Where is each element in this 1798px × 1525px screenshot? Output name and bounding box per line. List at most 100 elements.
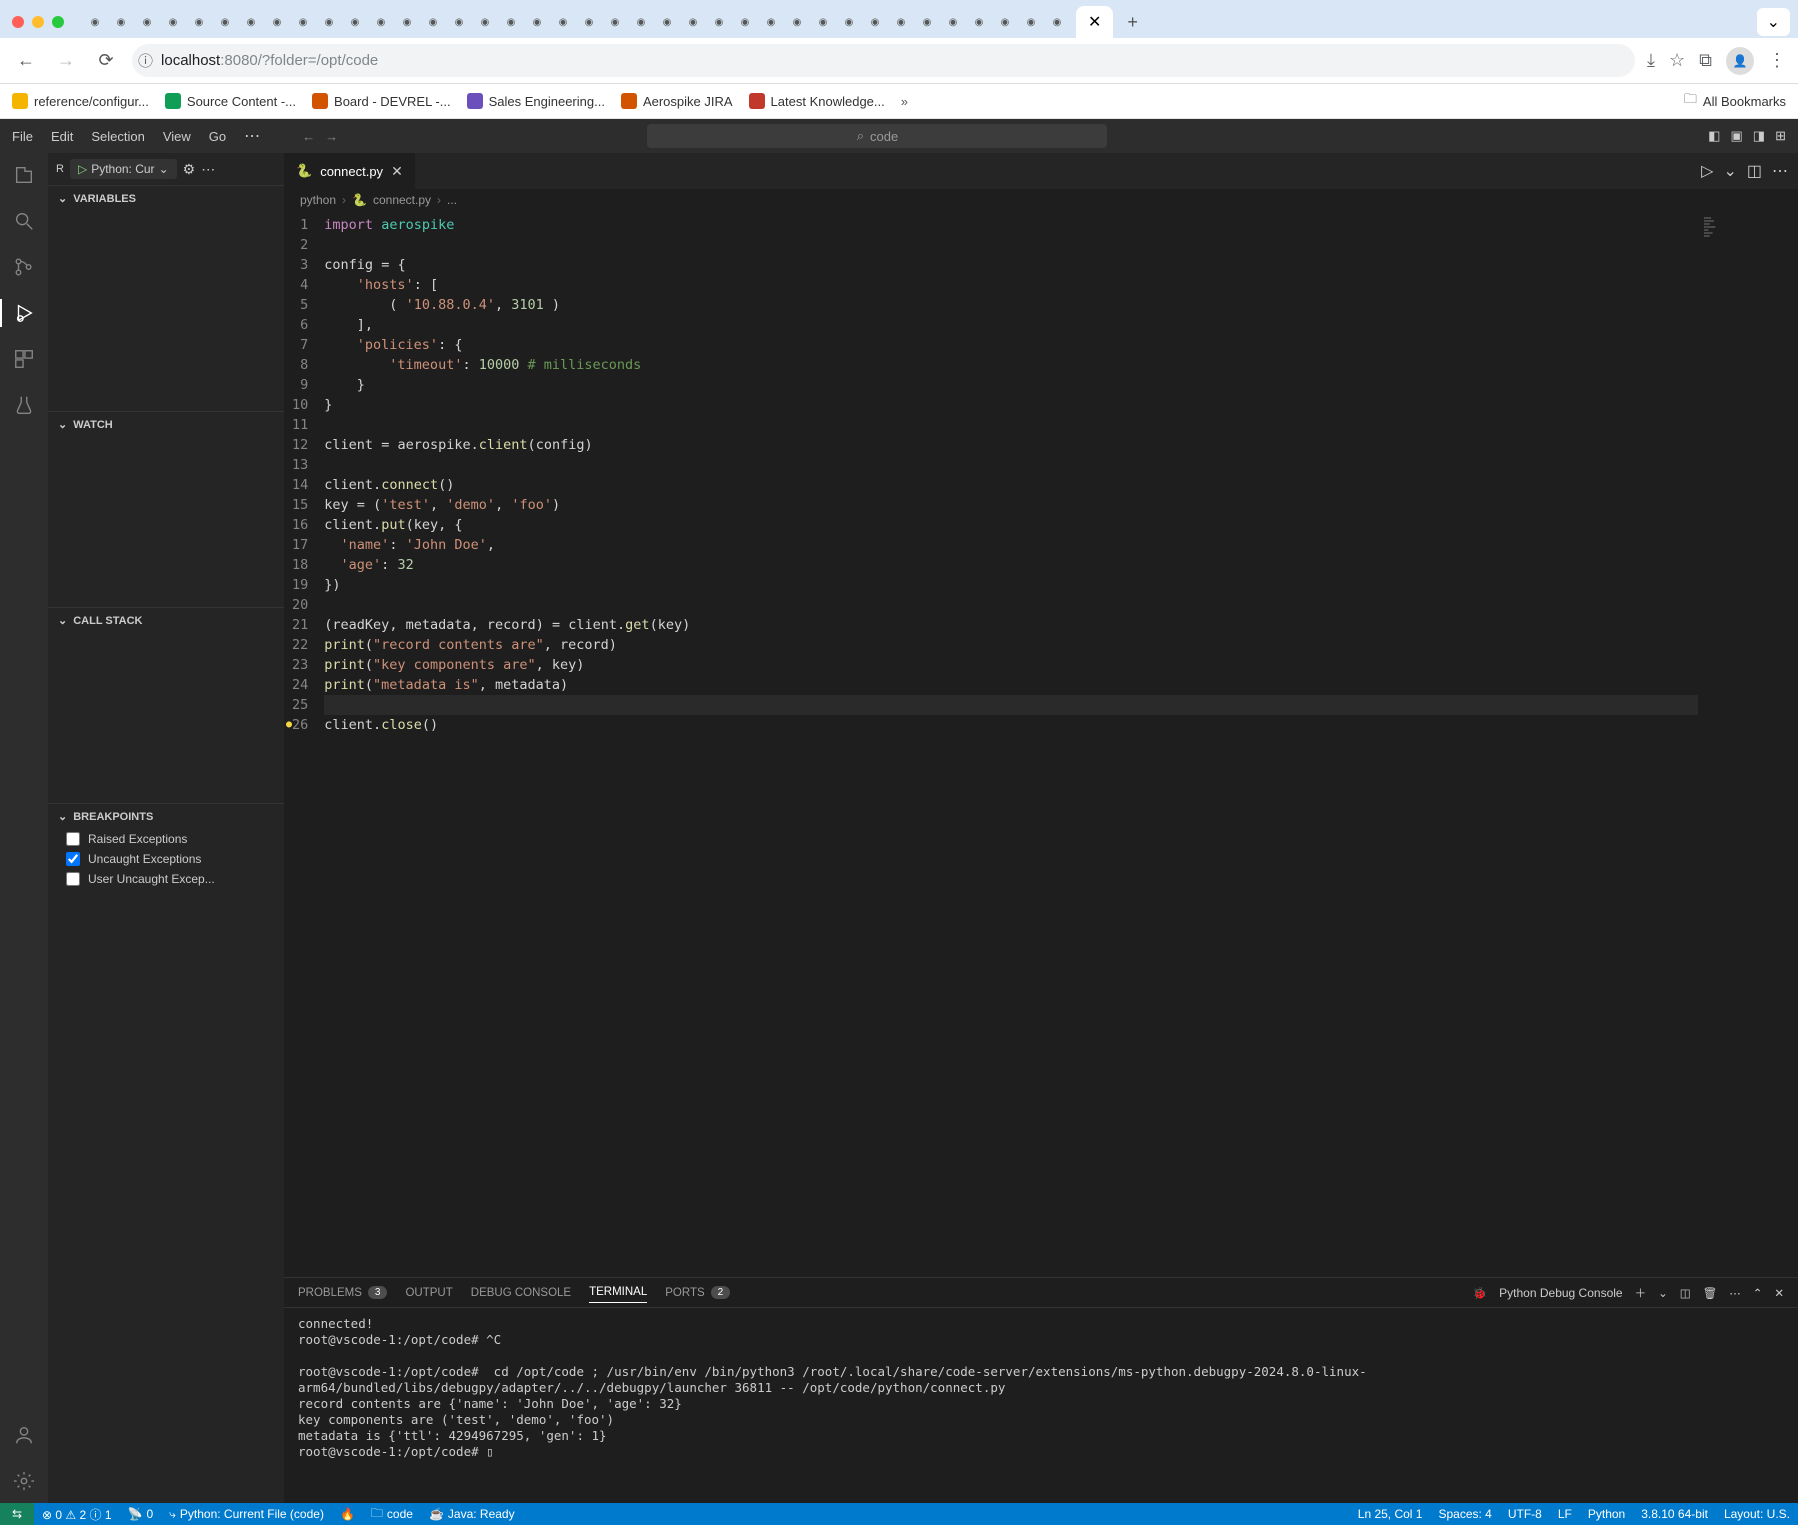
java-status[interactable]: ☕Java: Ready (421, 1503, 523, 1525)
tabs-overflow-chevron[interactable]: ⌄ (1757, 8, 1790, 36)
bookmark-item[interactable]: Aerospike JIRA (621, 93, 733, 109)
accounts-icon[interactable] (10, 1421, 38, 1449)
all-bookmarks-button[interactable]: 🗀 All Bookmarks (1684, 90, 1786, 112)
close-tab-icon[interactable]: ✕ (1088, 12, 1101, 32)
variables-section-header[interactable]: ⌄ VARIABLES (48, 186, 284, 211)
more-icon[interactable]: ⋯ (1729, 1286, 1741, 1300)
code-line[interactable]: print("metadata is", metadata) (324, 675, 1698, 695)
breadcrumb-folder[interactable]: python (300, 193, 336, 207)
pinned-tab[interactable]: ◉ (682, 11, 704, 33)
code-line[interactable]: client.connect() (324, 475, 1698, 495)
breakpoint-checkbox[interactable] (66, 852, 80, 866)
code-line[interactable]: 'age': 32 (324, 555, 1698, 575)
watch-section-header[interactable]: ⌄ WATCH (48, 412, 284, 437)
eol-status[interactable]: LF (1550, 1507, 1580, 1521)
chevron-down-icon[interactable]: ⌄ (1658, 1286, 1668, 1300)
line-number[interactable]: 15 (292, 495, 308, 515)
split-terminal-icon[interactable]: ◫ (1680, 1286, 1691, 1300)
breakpoint-item[interactable]: Raised Exceptions (48, 829, 284, 849)
pinned-tab[interactable]: ◉ (448, 11, 470, 33)
indent-status[interactable]: Spaces: 4 (1430, 1507, 1499, 1521)
pinned-tab[interactable]: ◉ (1046, 11, 1068, 33)
code-line[interactable] (324, 415, 1698, 435)
bookmark-item[interactable]: Board - DEVREL -... (312, 93, 451, 109)
star-icon[interactable]: ☆ (1669, 50, 1685, 71)
pinned-tab[interactable]: ◉ (890, 11, 912, 33)
pinned-tab[interactable]: ◉ (84, 11, 106, 33)
line-number[interactable]: 2 (292, 235, 308, 255)
pinned-tab[interactable]: ◉ (1020, 11, 1042, 33)
pinned-tab[interactable]: ◉ (812, 11, 834, 33)
toggle-secondary-sidebar-icon[interactable]: ◨ (1753, 128, 1765, 144)
code-line[interactable]: 'policies': { (324, 335, 1698, 355)
pinned-tab[interactable]: ◉ (578, 11, 600, 33)
editor-tab-connect[interactable]: 🐍 connect.py ✕ (284, 153, 416, 189)
install-app-icon[interactable]: ⤓ (1647, 50, 1655, 71)
add-terminal-icon[interactable]: ＋ (1635, 1285, 1647, 1301)
code-line[interactable]: import aerospike (324, 215, 1698, 235)
code-line[interactable]: key = ('test', 'demo', 'foo') (324, 495, 1698, 515)
profile-avatar[interactable]: 👤 (1726, 47, 1754, 75)
folder-status[interactable]: 🗀code (363, 1503, 421, 1525)
breakpoint-checkbox[interactable] (66, 872, 80, 886)
url-input[interactable]: ⓘ localhost:8080/?folder=/opt/code (132, 44, 1635, 77)
pinned-tab[interactable]: ◉ (864, 11, 886, 33)
pinned-tab[interactable]: ◉ (396, 11, 418, 33)
pinned-tab[interactable]: ◉ (162, 11, 184, 33)
debug-icon[interactable]: 🐞 (1473, 1286, 1487, 1300)
code-line[interactable]: print("record contents are", record) (324, 635, 1698, 655)
settings-gear-icon[interactable] (10, 1467, 38, 1495)
pinned-tab[interactable]: ◉ (318, 11, 340, 33)
line-number[interactable]: 14 (292, 475, 308, 495)
pinned-tab[interactable]: ◉ (916, 11, 938, 33)
pinned-tab[interactable]: ◉ (994, 11, 1016, 33)
line-number[interactable]: 13 (292, 455, 308, 475)
pinned-tab[interactable]: ◉ (188, 11, 210, 33)
run-debug-icon[interactable] (10, 299, 38, 327)
pinned-tab[interactable]: ◉ (968, 11, 990, 33)
bookmark-item[interactable]: reference/configur... (12, 93, 149, 109)
back-button[interactable]: ← (12, 47, 40, 75)
code-line[interactable]: 'name': 'John Doe', (324, 535, 1698, 555)
menu-go[interactable]: Go (209, 129, 226, 144)
ports-status[interactable]: 📡0 (120, 1503, 162, 1525)
line-number[interactable]: 17 (292, 535, 308, 555)
line-number[interactable]: 7 (292, 335, 308, 355)
code-line[interactable]: client.put(key, { (324, 515, 1698, 535)
pinned-tab[interactable]: ◉ (604, 11, 626, 33)
line-number[interactable]: 25 (292, 695, 308, 715)
code-line[interactable] (324, 595, 1698, 615)
code-editor[interactable]: 1234567891011121314151617181920212223242… (284, 211, 1698, 1277)
debug-config-selector[interactable]: ▷ Python: Cur ⌄ (70, 159, 177, 179)
terminal-name-label[interactable]: Python Debug Console (1499, 1286, 1622, 1300)
pinned-tab[interactable]: ◉ (526, 11, 548, 33)
code-line[interactable] (324, 235, 1698, 255)
breakpoints-section-header[interactable]: ⌄ BREAKPOINTS (48, 804, 284, 829)
pinned-tab[interactable]: ◉ (292, 11, 314, 33)
forward-button[interactable]: → (52, 47, 80, 75)
line-number[interactable]: 18 (292, 555, 308, 575)
more-actions-icon[interactable]: ⋯ (1772, 161, 1788, 181)
breadcrumb-file[interactable]: connect.py (373, 193, 431, 207)
command-search[interactable]: ⌕ code (647, 124, 1107, 148)
breakpoint-checkbox[interactable] (66, 832, 80, 846)
window-maximize-mac[interactable] (52, 16, 64, 28)
code-line[interactable]: config = { (324, 255, 1698, 275)
chevron-up-icon[interactable]: ⌃ (1753, 1286, 1763, 1300)
extensions-icon[interactable] (10, 345, 38, 373)
keyboard-layout[interactable]: Layout: U.S. (1716, 1507, 1798, 1521)
breakpoint-item[interactable]: User Uncaught Excep... (48, 869, 284, 889)
output-tab[interactable]: OUTPUT (405, 1283, 452, 1303)
line-number[interactable]: 16 (292, 515, 308, 535)
testing-icon[interactable] (10, 391, 38, 419)
pinned-tab[interactable]: ◉ (942, 11, 964, 33)
menu-file[interactable]: File (12, 129, 33, 144)
customize-layout-icon[interactable]: ⊞ (1775, 128, 1786, 144)
new-tab-button[interactable]: + (1117, 8, 1148, 37)
history-forward-icon[interactable]: → (325, 129, 338, 144)
code-line[interactable]: ], (324, 315, 1698, 335)
breakpoint-item[interactable]: Uncaught Exceptions (48, 849, 284, 869)
line-number[interactable]: 1 (292, 215, 308, 235)
terminal-tab[interactable]: TERMINAL (589, 1282, 647, 1303)
pinned-tab[interactable]: ◉ (656, 11, 678, 33)
